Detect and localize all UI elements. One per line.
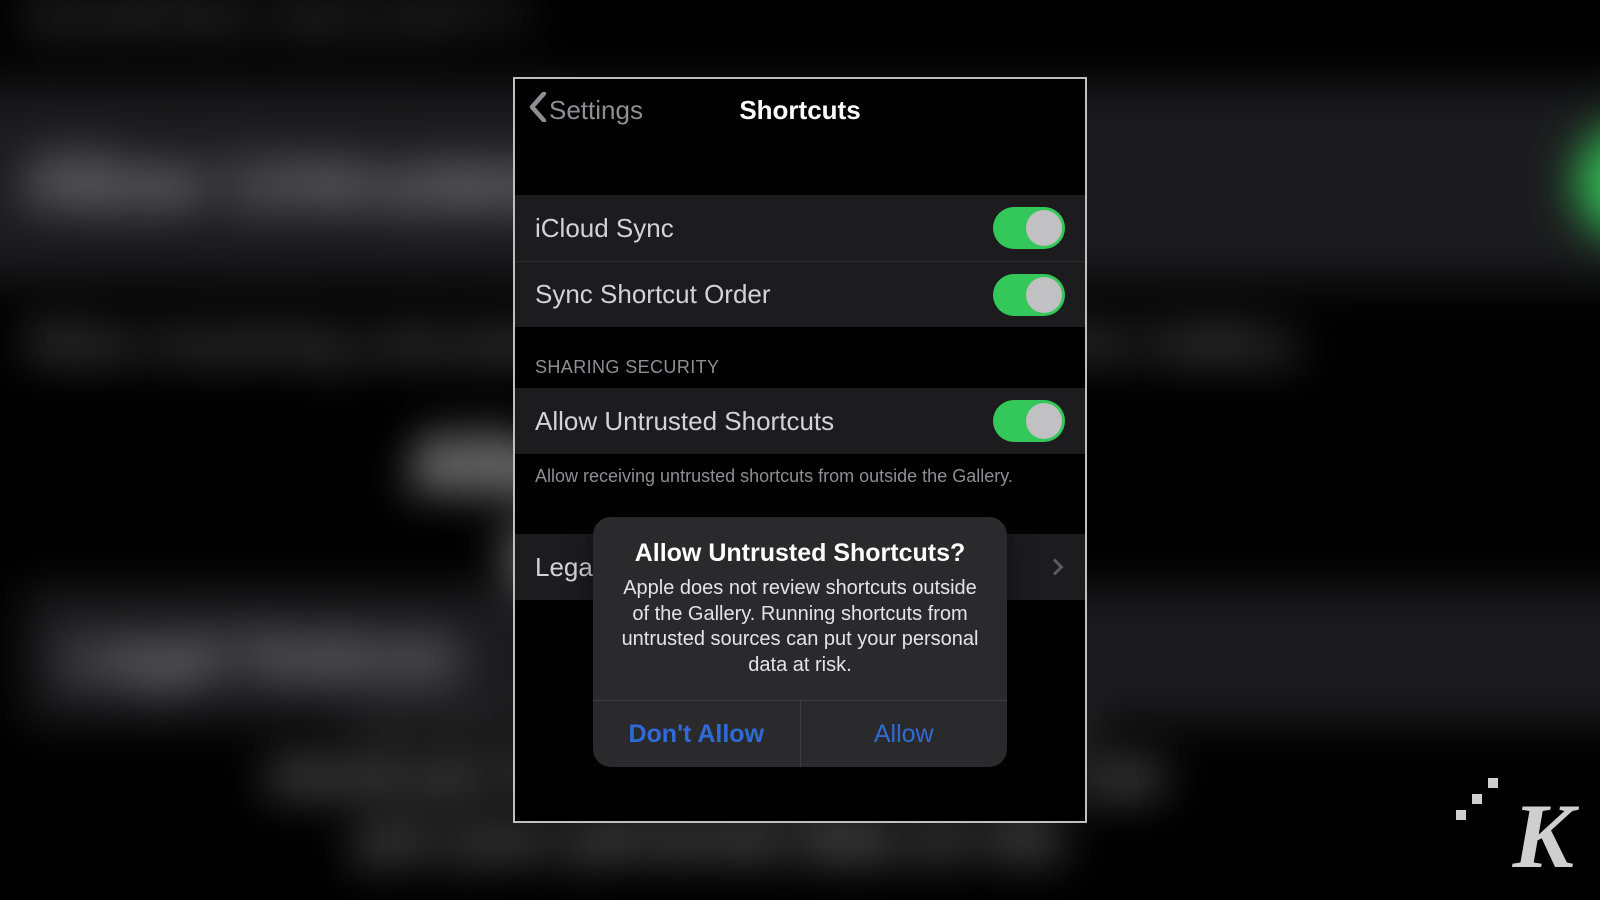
row-label: iCloud Sync: [535, 213, 674, 244]
toggle-icloud-sync[interactable]: [993, 207, 1065, 249]
security-group: Allow Untrusted Shortcuts: [515, 388, 1085, 454]
section-footer-untrusted: Allow receiving untrusted shortcuts from…: [515, 454, 1085, 488]
toggle-sync-order[interactable]: [993, 274, 1065, 316]
row-label: Allow Untrusted Shortcuts: [535, 406, 834, 437]
bg-toggle: [1577, 125, 1600, 241]
alert-message: Apple does not review shortcuts outside …: [615, 576, 985, 678]
back-button[interactable]: Settings: [529, 92, 643, 129]
back-label: Settings: [549, 95, 643, 126]
row-label: Sync Shortcut Order: [535, 279, 771, 310]
allow-button[interactable]: Allow: [800, 701, 1008, 767]
chevron-left-icon: [529, 92, 547, 129]
sync-group: iCloud Sync Sync Shortcut Order: [515, 195, 1085, 327]
row-allow-untrusted[interactable]: Allow Untrusted Shortcuts: [515, 388, 1085, 454]
row-sync-order[interactable]: Sync Shortcut Order: [515, 261, 1085, 327]
alert-dialog: Allow Untrusted Shortcuts? Apple does no…: [593, 517, 1007, 767]
navbar: Settings Shortcuts: [515, 79, 1085, 141]
chevron-right-icon: [1047, 559, 1064, 576]
bg-section-header: SHARING SECURITY: [23, 0, 534, 45]
dont-allow-button[interactable]: Don't Allow: [593, 701, 800, 767]
section-header-sharing-security: SHARING SECURITY: [515, 327, 1085, 388]
toggle-allow-untrusted[interactable]: [993, 400, 1065, 442]
alert-title: Allow Untrusted Shortcuts?: [615, 539, 985, 568]
alert-actions: Don't Allow Allow: [593, 700, 1007, 767]
settings-panel: Settings Shortcuts iCloud Sync Sync Shor…: [513, 77, 1087, 823]
row-icloud-sync[interactable]: iCloud Sync: [515, 195, 1085, 261]
watermark-logo: K: [1513, 790, 1574, 882]
